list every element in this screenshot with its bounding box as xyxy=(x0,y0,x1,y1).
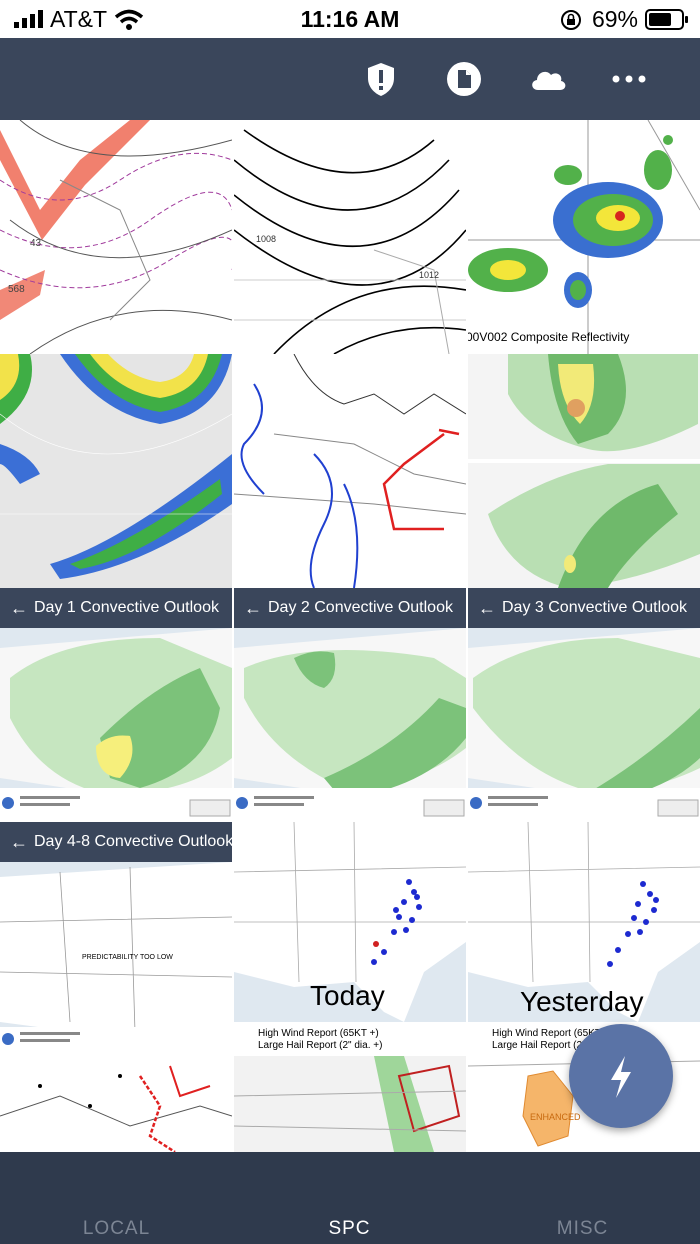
reflectivity-caption: 00V002 Composite Reflectivity xyxy=(468,330,630,344)
status-bar: AT&T 11:16 AM 69% xyxy=(0,0,700,38)
svg-text:43: 43 xyxy=(30,238,42,249)
day48-outlook-header: ← Day 4-8 Convective Outlook xyxy=(0,822,232,862)
composite-reflectivity-tile[interactable]: 00V002 Composite Reflectivity xyxy=(468,120,700,354)
back-arrow-icon: ← xyxy=(244,598,262,618)
today-label: Today xyxy=(310,980,385,1011)
wifi-icon xyxy=(114,9,144,30)
day1-outlook-map xyxy=(0,628,232,822)
watches-map xyxy=(0,1056,232,1152)
quick-action-button[interactable] xyxy=(569,1024,673,1128)
yesterday-reports-tile[interactable]: Yesterday High Wind Report (65KT Large H… xyxy=(468,822,700,1056)
watches-map-tile[interactable] xyxy=(0,1056,232,1152)
surface-fronts-tile[interactable] xyxy=(234,354,466,588)
back-arrow-icon: ← xyxy=(478,598,496,618)
today-reports-map xyxy=(234,822,466,1056)
cloud-icon[interactable] xyxy=(528,60,568,98)
bottom-navigation: LOCAL SPC MISC xyxy=(0,1152,700,1244)
document-icon[interactable] xyxy=(445,60,483,98)
day48-outlook-title: Day 4-8 Convective Outlook xyxy=(34,833,232,850)
today-reports-tile[interactable]: Today High Wind Report (65KT +) Large Ha… xyxy=(234,822,466,1056)
back-arrow-icon: ← xyxy=(10,832,28,852)
categorical-outlook-pair-tile[interactable] xyxy=(468,354,700,588)
day1-outlook-tile[interactable]: ← Day 1 Convective Outlook xyxy=(0,588,232,822)
day3-outlook-header: ← Day 3 Convective Outlook xyxy=(468,588,700,628)
top-toolbar xyxy=(0,38,700,120)
lightning-icon xyxy=(611,1056,631,1098)
day2-outlook-title: Day 2 Convective Outlook xyxy=(268,599,453,616)
precip-model-map xyxy=(0,354,232,588)
day3-outlook-map xyxy=(468,628,700,822)
day3-outlook-tile[interactable]: ← Day 3 Convective Outlook xyxy=(468,588,700,822)
svg-text:1012: 1012 xyxy=(419,270,439,280)
predictability-note: PREDICTABILITY TOO LOW xyxy=(82,954,173,961)
reflectivity-map xyxy=(468,120,700,354)
day2-outlook-header: ← Day 2 Convective Outlook xyxy=(234,588,466,628)
product-grid: 43 568 1008 1012 00V002 Composite Reflec… xyxy=(0,120,700,1152)
mesoscale-map-tile[interactable] xyxy=(234,1056,466,1152)
signal-icon xyxy=(14,10,43,28)
svg-text:1008: 1008 xyxy=(256,234,276,244)
tab-local[interactable]: LOCAL xyxy=(0,1218,233,1240)
yesterday-label: Yesterday xyxy=(520,986,644,1017)
categorical-outlook-pair-map xyxy=(468,354,700,588)
day2-outlook-map xyxy=(234,628,466,822)
surface-pressure-map: 1008 1012 xyxy=(234,120,466,354)
more-icon[interactable] xyxy=(610,60,648,98)
svg-text:568: 568 xyxy=(8,284,25,295)
rotation-lock-icon xyxy=(561,10,581,30)
today-legend-hail: Large Hail Report (2" dia. +) xyxy=(258,1040,383,1051)
mesoscale-map xyxy=(234,1056,466,1152)
battery-icon xyxy=(645,9,688,30)
day2-outlook-tile[interactable]: ← Day 2 Convective Outlook xyxy=(234,588,466,822)
surface-fronts-map xyxy=(234,354,466,588)
precip-model-tile[interactable] xyxy=(0,354,232,588)
day3-outlook-title: Day 3 Convective Outlook xyxy=(502,599,687,616)
upper-air-chart-tile[interactable]: 43 568 xyxy=(0,120,232,354)
day48-outlook-tile[interactable]: ← Day 4-8 Convective Outlook PREDICTABIL… xyxy=(0,822,232,1056)
day1-outlook-title: Day 1 Convective Outlook xyxy=(34,599,219,616)
back-arrow-icon: ← xyxy=(10,598,28,618)
upper-air-map: 43 568 xyxy=(0,120,232,354)
today-legend-wind: High Wind Report (65KT +) xyxy=(258,1028,379,1039)
carrier-name: AT&T xyxy=(50,6,108,32)
tab-spc[interactable]: SPC xyxy=(233,1218,466,1240)
surface-pressure-tile[interactable]: 1008 1012 xyxy=(234,120,466,354)
battery-percentage: 69% xyxy=(591,6,638,32)
tab-misc[interactable]: MISC xyxy=(466,1218,699,1240)
shield-alert-icon[interactable] xyxy=(362,60,400,98)
day1-outlook-header: ← Day 1 Convective Outlook xyxy=(0,588,232,628)
yesterday-reports-map xyxy=(468,822,700,1056)
